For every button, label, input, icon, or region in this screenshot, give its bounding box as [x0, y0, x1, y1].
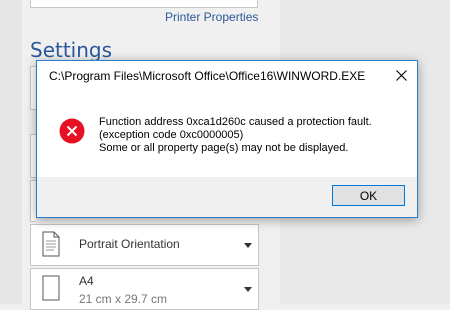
dialog-title: C:\Program Files\Microsoft Office\Office…	[49, 69, 366, 83]
orientation-label: Portrait Orientation	[79, 237, 180, 251]
paper-size-label: A4	[79, 274, 94, 288]
close-button[interactable]	[385, 61, 417, 89]
message-line-3: Some or all property page(s) may not be …	[99, 142, 349, 154]
paper-page-icon	[42, 275, 60, 301]
printer-select-box[interactable]	[30, 0, 258, 8]
backstage-nav-strip	[0, 0, 22, 304]
portrait-page-icon	[42, 231, 60, 257]
settings-heading: Settings	[30, 38, 113, 62]
orientation-setting[interactable]: Portrait Orientation	[30, 224, 259, 266]
message-line-2: (exception code 0xc0000005)	[99, 129, 244, 141]
dialog-message: Function address 0xca1d260c caused a pro…	[99, 116, 372, 155]
ok-button[interactable]: OK	[332, 185, 405, 206]
close-icon	[395, 69, 407, 81]
error-icon	[59, 118, 85, 144]
message-line-1: Function address 0xca1d260c caused a pro…	[99, 116, 372, 128]
chevron-down-icon	[244, 287, 252, 292]
printer-properties-link[interactable]: Printer Properties	[165, 10, 258, 24]
error-dialog: C:\Program Files\Microsoft Office\Office…	[36, 60, 418, 218]
dialog-button-bar: OK	[37, 177, 417, 217]
chevron-down-icon	[244, 243, 252, 248]
